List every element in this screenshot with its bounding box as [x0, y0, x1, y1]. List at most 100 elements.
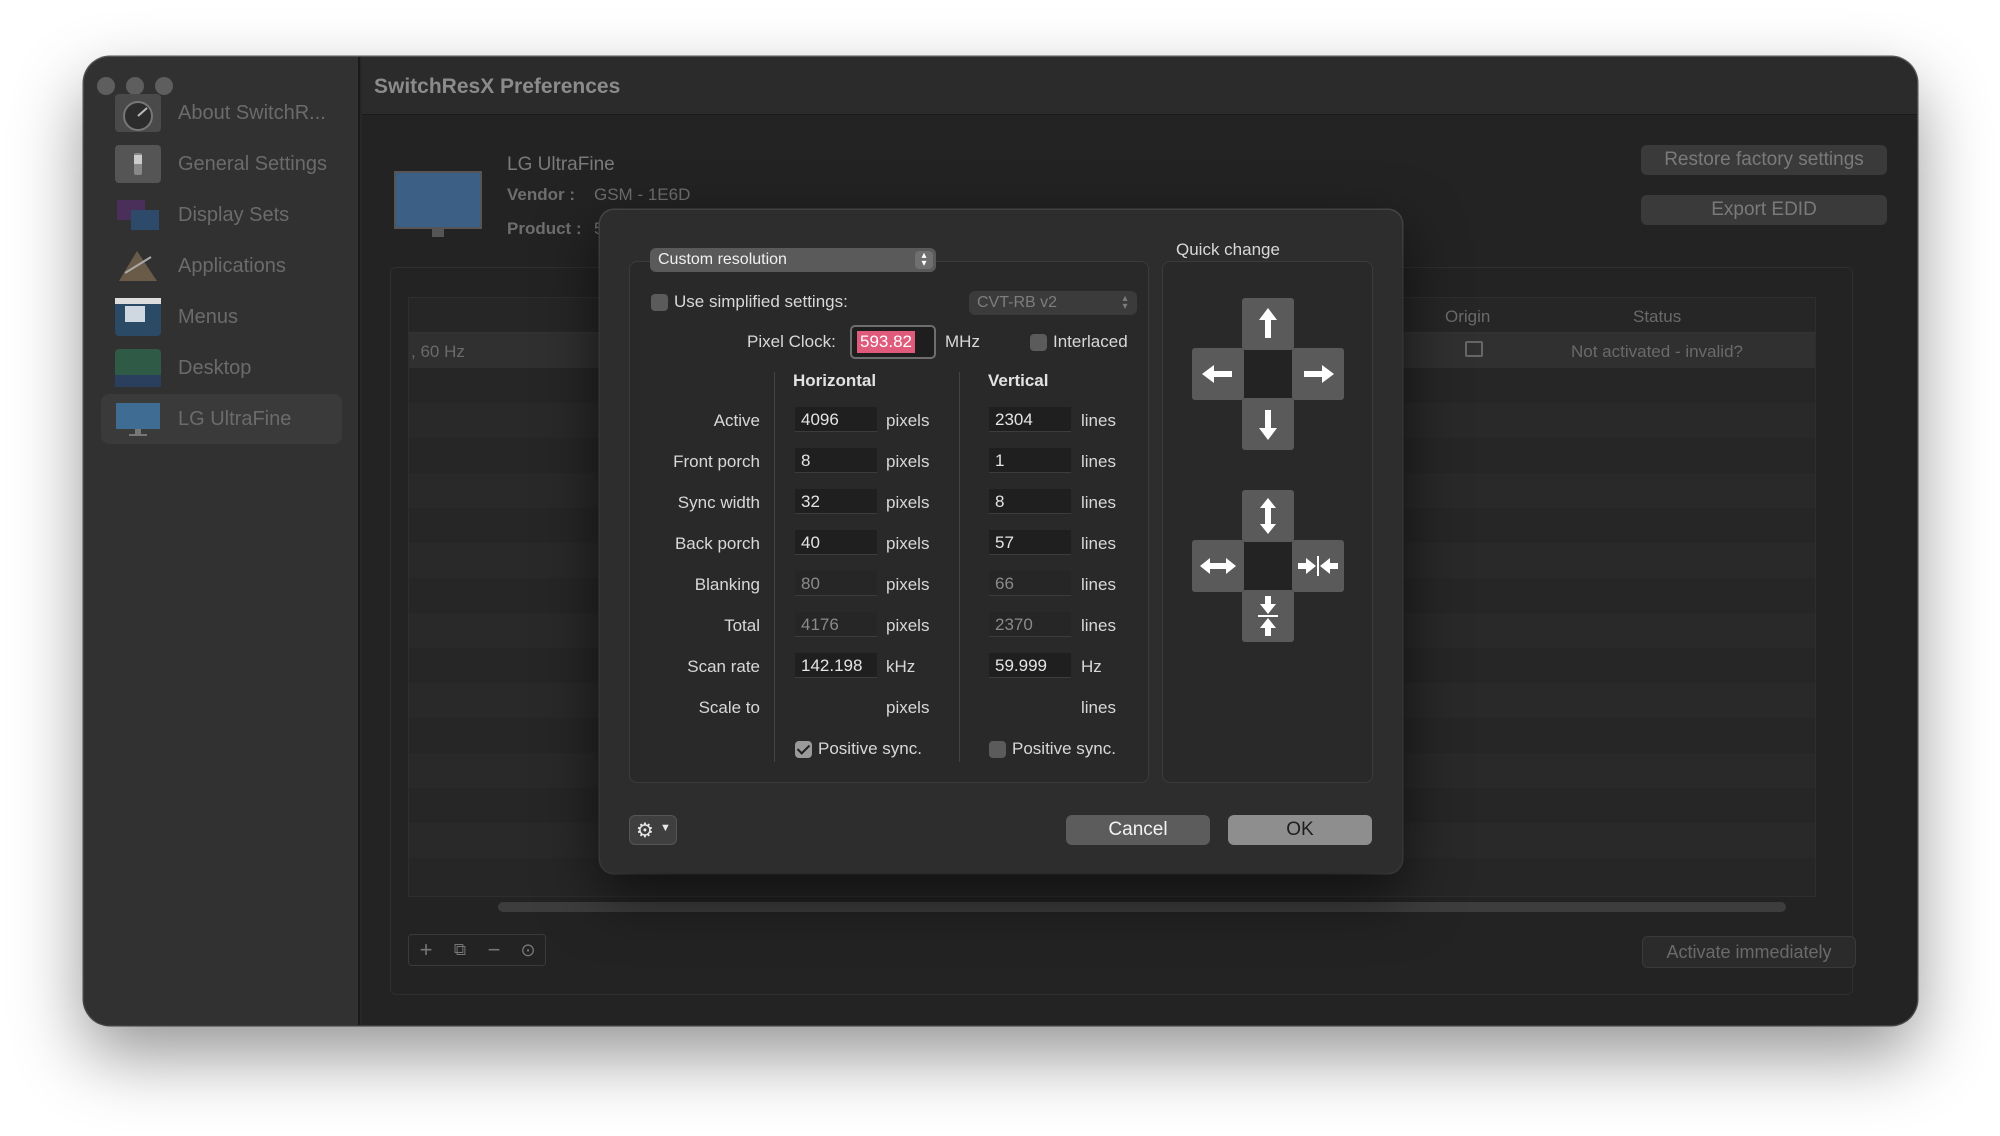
v-unit: lines: [1081, 575, 1116, 594]
chevron-down-icon: ▼: [660, 822, 671, 834]
interlaced-checkbox[interactable]: [1030, 334, 1047, 351]
sidebar-item-display-sets[interactable]: Display Sets: [101, 190, 342, 240]
row-resolution: , 60 Hz: [411, 342, 465, 361]
v-unit: lines: [1081, 698, 1116, 717]
v-unit: lines: [1081, 411, 1116, 430]
row-label-front-porch: Front porch: [673, 452, 760, 471]
column-separator: [959, 372, 960, 762]
compress-vertical-icon: [1258, 596, 1278, 636]
simplified-mode-select[interactable]: CVT-RB v2 ▴ ▾: [969, 291, 1137, 315]
add-icon[interactable]: +: [409, 935, 443, 965]
shrink-vertical-button[interactable]: [1242, 590, 1294, 642]
pixel-clock-field[interactable]: 593.82: [850, 325, 936, 359]
v-sync-width-field[interactable]: 8: [989, 489, 1071, 514]
arrow-left-icon: [1202, 365, 1232, 383]
h-front-porch-field[interactable]: 8: [795, 448, 877, 473]
h-blanking-value: 80: [795, 571, 877, 596]
applications-icon: [115, 247, 161, 285]
remove-icon[interactable]: −: [477, 935, 511, 965]
h-back-porch-field[interactable]: 40: [795, 530, 877, 555]
simplified-mode-value: CVT-RB v2: [977, 294, 1058, 311]
stretch-vertical-button[interactable]: [1242, 490, 1294, 542]
table-toolbar: + ⧉ − ⊙: [408, 934, 546, 966]
activate-immediately-button[interactable]: Activate immediately: [1642, 936, 1856, 968]
simplified-settings-label: Use simplified settings:: [674, 292, 848, 311]
stretch-horizontal-button[interactable]: [1192, 540, 1244, 592]
v-unit: Hz: [1081, 657, 1102, 676]
horizontal-scrollbar[interactable]: [498, 902, 1786, 912]
row-label-scale-to: Scale to: [698, 698, 760, 717]
v-positive-sync-checkbox[interactable]: [989, 741, 1006, 758]
v-unit: lines: [1081, 452, 1116, 471]
ok-button[interactable]: OK: [1228, 815, 1372, 845]
title-bar: SwitchResX Preferences: [362, 57, 1917, 115]
row-status: Not activated - invalid?: [1571, 342, 1743, 361]
gear-icon: ⚙: [636, 820, 654, 842]
resolution-type-select[interactable]: Custom resolution ▴ ▾: [650, 248, 936, 272]
h-sync-width-field[interactable]: 32: [795, 489, 877, 514]
h-total-value: 4176: [795, 612, 877, 637]
expand-horizontal-icon: [1200, 558, 1236, 574]
sidebar-item-about[interactable]: About SwitchR...: [101, 88, 342, 138]
monitor-icon: [115, 400, 161, 438]
sidebar-item-desktop[interactable]: Desktop: [101, 343, 342, 393]
v-front-porch-field[interactable]: 1: [989, 448, 1071, 473]
v-unit: lines: [1081, 493, 1116, 512]
interlaced-label: Interlaced: [1053, 332, 1128, 351]
v-active-field[interactable]: 2304: [989, 407, 1071, 432]
vendor-label: Vendor :: [507, 185, 576, 204]
move-up-button[interactable]: [1242, 298, 1294, 350]
h-unit: pixels: [886, 452, 930, 471]
export-edid-button[interactable]: Export EDID: [1641, 195, 1887, 225]
row-label-total: Total: [724, 616, 760, 635]
move-right-button[interactable]: [1292, 348, 1344, 400]
row-label-back-porch: Back porch: [674, 534, 760, 553]
duplicate-icon[interactable]: ⧉: [443, 935, 477, 965]
custom-resolution-dialog: Custom resolution ▴ ▾ Use simplified sett…: [600, 210, 1402, 873]
h-unit: pixels: [886, 534, 930, 553]
h-unit: pixels: [886, 698, 930, 717]
settings-menu-button[interactable]: ⚙ ▼: [629, 815, 677, 845]
display-sets-icon: [115, 196, 161, 234]
origin-icon: [1465, 341, 1483, 357]
cancel-button[interactable]: Cancel: [1066, 815, 1210, 845]
h-positive-sync-checkbox[interactable]: [795, 741, 812, 758]
sidebar-item-label: Display Sets: [178, 203, 290, 226]
expand-vertical-icon: [1260, 498, 1276, 534]
v-total-value: 2370: [989, 612, 1071, 637]
sidebar-item-label: About SwitchR...: [178, 101, 326, 124]
h-unit: pixels: [886, 616, 930, 635]
more-icon[interactable]: ⊙: [511, 935, 545, 965]
h-scale-to-field[interactable]: [795, 694, 877, 719]
v-unit: lines: [1081, 616, 1116, 635]
row-label-sync-width: Sync width: [677, 493, 760, 512]
sidebar-item-lg-ultrafine[interactable]: LG UltraFine: [101, 394, 342, 444]
sidebar: About SwitchR... General Settings Displa…: [84, 57, 360, 1025]
sidebar-item-general-settings[interactable]: General Settings: [101, 139, 342, 189]
arrow-right-icon: [1304, 365, 1334, 383]
sidebar-item-menus[interactable]: Menus: [101, 292, 342, 342]
restore-factory-settings-button[interactable]: Restore factory settings: [1641, 145, 1887, 175]
product-label: Product :: [507, 219, 582, 238]
column-separator: [774, 372, 775, 762]
sidebar-item-label: Menus: [178, 305, 239, 328]
v-back-porch-field[interactable]: 57: [989, 530, 1071, 555]
move-down-button[interactable]: [1242, 398, 1294, 450]
pixel-clock-label: Pixel Clock:: [747, 332, 836, 351]
column-header-status: Status: [1633, 307, 1682, 326]
h-unit: pixels: [886, 493, 930, 512]
h-positive-sync-label: Positive sync.: [818, 739, 922, 758]
v-scale-to-field[interactable]: [989, 694, 1071, 719]
move-left-button[interactable]: [1192, 348, 1244, 400]
shrink-horizontal-button[interactable]: [1292, 540, 1344, 592]
display-name: LG UltraFine: [507, 154, 615, 175]
h-active-field[interactable]: 4096: [795, 407, 877, 432]
simplified-settings-checkbox[interactable]: [651, 294, 668, 311]
v-blanking-value: 66: [989, 571, 1071, 596]
h-scan-rate-field[interactable]: 142.198: [795, 653, 877, 678]
vendor-value: GSM - 1E6D: [594, 185, 691, 204]
sidebar-item-applications[interactable]: Applications: [101, 241, 342, 291]
column-header-origin: Origin: [1445, 307, 1491, 326]
v-scan-rate-field[interactable]: 59.999: [989, 653, 1071, 678]
sidebar-item-label: Applications: [178, 254, 286, 277]
